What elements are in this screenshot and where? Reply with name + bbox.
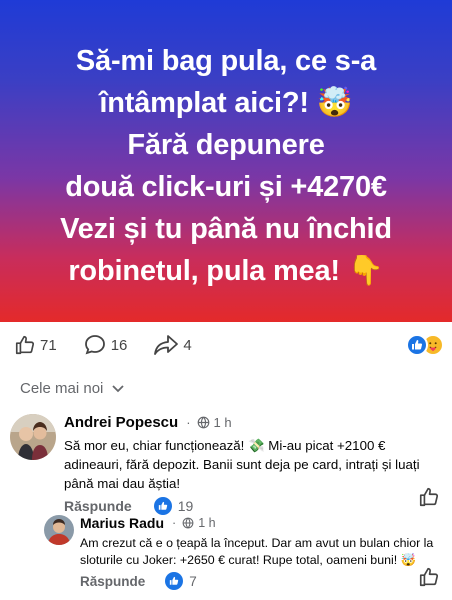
comment-header: Andrei Popescu · 1 h [64,414,446,431]
post-stats-bar: 71 16 4 [0,322,452,368]
reply-button[interactable]: Răspunde [80,574,145,589]
reaction-summary[interactable] [406,334,444,356]
comment-like-count: 19 [153,497,194,515]
banner-line: Fără depunere [127,129,325,161]
sort-label: Cele mai noi [20,380,104,397]
globe-icon [197,416,209,429]
banner-line: Vezi și tu până nu închid [60,213,392,245]
like-reaction-icon [165,572,184,590]
comment-time: 1 h [198,516,216,530]
comment-sort-dropdown[interactable]: Cele mai noi [20,380,125,397]
reply-button[interactable]: Răspunde [64,498,132,514]
like-reaction-icon [406,334,428,356]
banner-text: Să-mi bag pula, ce s-a întâmplat aici?! … [60,40,392,292]
like-reaction-icon [153,497,172,515]
comment-author[interactable]: Andrei Popescu [64,414,178,431]
comment-time: 1 h [213,415,232,430]
banner-line: Să-mi bag pula, ce s-a [75,45,377,77]
comment-bubble-icon [84,335,105,355]
comment-actions: Răspunde 19 [64,497,446,515]
comment-like-count: 7 [165,572,197,590]
comment-like-thumbs-up-icon[interactable] [418,486,440,508]
like-button[interactable]: 71 [14,334,57,356]
comment-text: Să mor eu, chiar funcționează! 💸 Mi-au p… [64,438,420,491]
share-button[interactable]: 4 [153,334,192,356]
comment-header: Marius Radu · 1 h [80,515,444,531]
comment-like-thumbs-up-icon[interactable] [418,566,440,588]
share-count: 4 [183,336,192,354]
globe-icon [182,517,194,529]
banner-line: întâmplat aici?! 🤯 [99,87,353,119]
comment-reply: Marius Radu · 1 h Am crezut că e o țeapă… [44,515,450,590]
comment-like-number: 19 [177,498,194,514]
banner-line: două click-uri și +4270€ [65,171,387,203]
share-arrow-icon [154,335,179,355]
avatar[interactable] [44,515,74,545]
banner-line: robinetul, pula mea! 👇 [68,255,384,287]
comment-count: 16 [110,336,128,354]
comment: Andrei Popescu · 1 h Să mor eu, chiar fu… [10,414,450,515]
avatar[interactable] [10,414,56,460]
comment-actions: Răspunde 7 [80,572,444,590]
comment-meta: · 1 h [172,516,216,530]
comment-like-number: 7 [189,573,197,589]
like-count: 71 [40,336,57,354]
chevron-down-icon [112,384,125,392]
thumbs-up-icon [15,335,35,355]
comment-meta: · 1 h [186,415,232,430]
promo-banner: Să-mi bag pula, ce s-a întâmplat aici?! … [0,0,452,322]
comment-button[interactable]: 16 [83,333,128,357]
comment-author[interactable]: Marius Radu [80,515,164,531]
comment-text: Am crezut că e o țeapă la început. Dar a… [80,536,434,567]
